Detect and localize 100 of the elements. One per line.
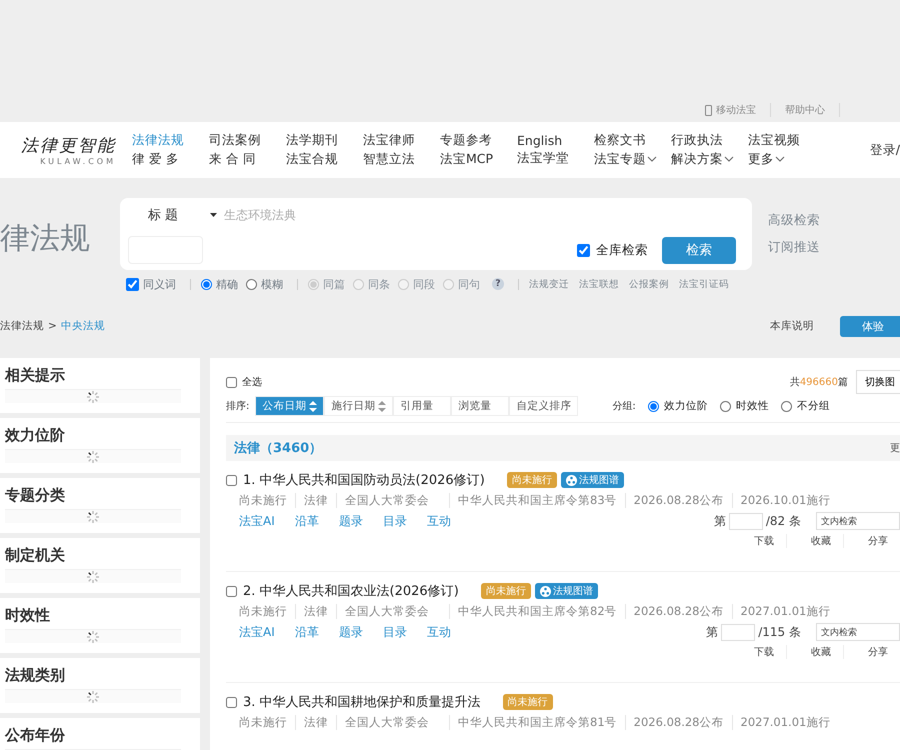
radio-button[interactable] <box>246 278 257 290</box>
nav-link[interactable]: 检察文书 <box>594 132 671 149</box>
result-meta: 2027.01.01施行 <box>732 604 838 619</box>
nav-link[interactable]: 法宝学堂 <box>517 150 594 167</box>
result-link[interactable]: 题录 <box>338 512 363 530</box>
sort-arrows-icon <box>309 400 318 412</box>
graph-badge[interactable]: 法规图谱 <box>534 583 598 599</box>
library-note-link[interactable]: 本库说明 <box>770 319 814 333</box>
status-badge: 尚未施行 <box>506 472 557 488</box>
sort-button[interactable]: 公布日期 <box>255 396 324 416</box>
result-action-link[interactable]: 分享 <box>843 534 900 548</box>
sort-button[interactable]: 自定义排序 <box>509 396 578 416</box>
radio-label[interactable]: 不分组 <box>796 399 830 413</box>
result-title[interactable]: 2. 中华人民共和国农业法(2026修订) <box>243 582 459 600</box>
checkbox-label[interactable]: 同义词 <box>143 276 176 292</box>
nav-link[interactable]: 专题参考 <box>440 132 517 149</box>
radio-label[interactable]: 效力位阶 <box>664 399 708 413</box>
nav-link[interactable]: 律 爱 多 <box>132 151 209 168</box>
result-meta: 中华人民共和国主席令第83号 <box>449 493 625 508</box>
result-meta: 尚未施行 <box>239 604 288 619</box>
radio-button[interactable] <box>780 400 792 412</box>
result-link[interactable]: 互动 <box>426 512 451 530</box>
nav-link[interactable]: 法宝律师 <box>363 132 440 149</box>
nav-link[interactable]: 司法案例 <box>209 132 286 149</box>
nav-link[interactable]: 来 合 同 <box>209 151 286 168</box>
page-prefix: 第 <box>706 624 718 640</box>
result-title[interactable]: 1. 中华人民共和国国防动员法(2026修订) <box>243 471 485 489</box>
facet-title[interactable]: 相关提示 <box>5 366 200 385</box>
result-link[interactable]: 法宝AI <box>239 624 275 640</box>
trial-button[interactable]: 体验 <box>840 316 900 336</box>
nav-link[interactable]: 行政执法 <box>671 132 748 149</box>
checkbox[interactable] <box>126 278 139 290</box>
nav-link[interactable]: 法宝MCP <box>440 151 517 168</box>
status-badge: 尚未施行 <box>502 694 553 710</box>
radio-label[interactable]: 精确 <box>216 276 238 292</box>
result-action-link[interactable]: 收藏 <box>786 534 843 548</box>
more-link[interactable]: 更 <box>890 441 900 455</box>
result-link[interactable]: 目录 <box>382 512 407 530</box>
facet-title[interactable]: 法规类别 <box>5 666 200 685</box>
radio-button[interactable] <box>648 400 659 412</box>
search-button[interactable]: 检索 <box>662 236 736 264</box>
nav-link[interactable]: 法宝合规 <box>286 151 363 168</box>
result-link[interactable]: 沿革 <box>294 624 319 640</box>
help-icon[interactable]: ? <box>492 278 504 290</box>
sort-button[interactable]: 施行日期 <box>324 396 394 416</box>
result-checkbox[interactable] <box>226 696 237 708</box>
loading-spinner-icon <box>86 690 100 704</box>
result-meta: 中华人民共和国主席令第81号 <box>449 715 625 730</box>
loading-spinner-icon <box>86 510 100 524</box>
nav-link[interactable]: 解决方案 <box>671 151 748 168</box>
checkbox[interactable] <box>577 244 590 256</box>
graph-badge[interactable]: 法规图谱 <box>560 472 624 488</box>
checkbox-label[interactable]: 全选 <box>242 375 262 389</box>
page-input[interactable] <box>728 512 763 530</box>
toggle-chart-button[interactable]: 切换图 <box>856 370 900 394</box>
field-select[interactable]: 标题 <box>128 206 222 224</box>
site-logo[interactable]: 法律更智能 KULAW.COM <box>0 134 132 166</box>
result-action-link[interactable]: 下载 <box>730 645 786 659</box>
nav-link[interactable]: English <box>517 133 594 148</box>
loading-spinner-icon <box>86 450 100 464</box>
nav-link[interactable]: 更多 <box>748 151 825 168</box>
radio-button[interactable] <box>720 400 731 412</box>
breadcrumb-link[interactable]: 法律法规 <box>0 319 44 333</box>
radio-label[interactable]: 模糊 <box>261 276 283 292</box>
graph-icon <box>540 586 551 596</box>
loading-spinner-icon <box>86 570 100 584</box>
result-action-link[interactable]: 收藏 <box>786 645 843 659</box>
facet-title[interactable]: 制定机关 <box>5 546 200 565</box>
page-input[interactable] <box>721 624 756 640</box>
result-checkbox[interactable] <box>226 474 237 486</box>
result-link[interactable]: 互动 <box>426 624 451 640</box>
nav-link[interactable]: 法律法规 <box>132 132 209 149</box>
radio-label[interactable]: 时效性 <box>736 399 769 413</box>
graph-icon <box>566 474 577 486</box>
facet-title[interactable]: 效力位阶 <box>5 426 200 445</box>
checkbox[interactable] <box>226 376 237 388</box>
nav-link[interactable]: 法宝视频 <box>748 132 825 149</box>
login-link[interactable]: 登录/ <box>870 142 900 158</box>
result-link[interactable]: 法宝AI <box>239 512 275 530</box>
result-link[interactable]: 沿革 <box>294 512 319 530</box>
nav-link[interactable]: 智慧立法 <box>363 151 440 168</box>
radio-button[interactable] <box>201 278 212 290</box>
nav-link[interactable]: 法学期刊 <box>286 132 363 149</box>
sort-button[interactable]: 引用量 <box>393 396 452 416</box>
result-meta: 2027.01.01施行 <box>732 715 838 730</box>
facet-title[interactable]: 公布年份 <box>5 726 200 745</box>
result-action-link[interactable]: 分享 <box>843 645 900 659</box>
result-link[interactable]: 题录 <box>338 624 363 640</box>
result-checkbox[interactable] <box>226 586 237 596</box>
sort-button[interactable]: 浏览量 <box>451 396 510 416</box>
facet-title[interactable]: 时效性 <box>5 606 200 625</box>
in-text-search-field[interactable]: 文内检索 <box>816 623 900 641</box>
result-action-link[interactable]: 下载 <box>730 534 786 548</box>
result-link[interactable]: 目录 <box>382 624 407 640</box>
result-title[interactable]: 3. 中华人民共和国耕地保护和质量提升法 <box>243 693 481 711</box>
nav-link[interactable]: 法宝专题 <box>594 151 671 168</box>
facet-title[interactable]: 专题分类 <box>5 486 200 505</box>
in-text-search-field[interactable]: 文内检索 <box>816 512 900 530</box>
loading-spinner-icon <box>86 390 100 404</box>
checkbox-label[interactable]: 全库检索 <box>596 242 648 258</box>
